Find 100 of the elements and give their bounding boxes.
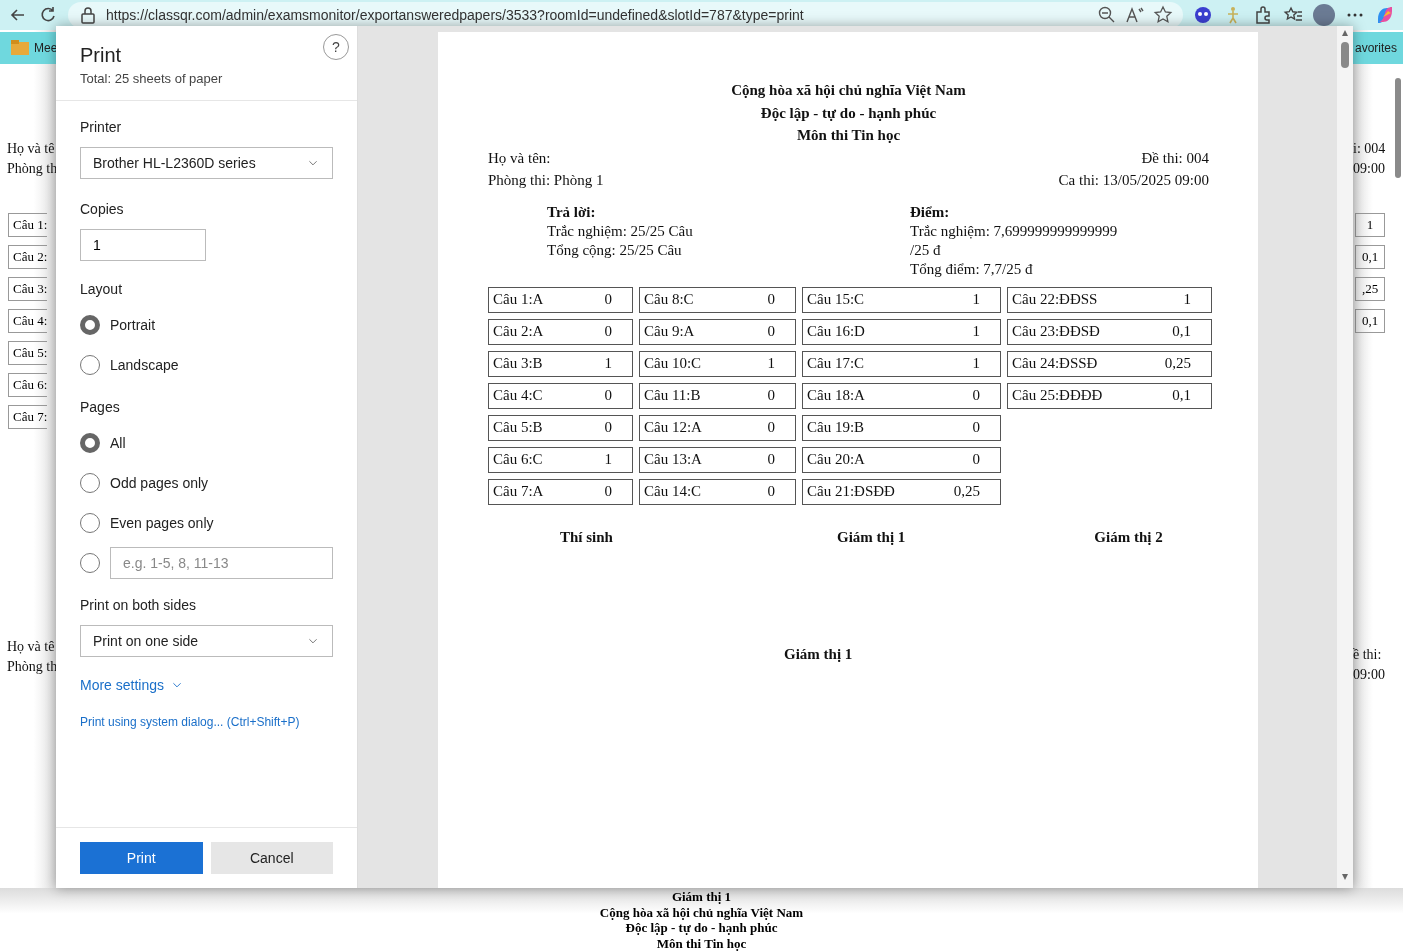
question-text: Câu 19:B: [807, 419, 865, 436]
summary-text: Tổng điểm: 7,7/25 đ: [910, 259, 1034, 279]
scrollbar[interactable]: [1337, 26, 1353, 888]
answer-cell: Câu 7:: [8, 405, 48, 429]
option-label: All: [110, 435, 126, 451]
question-text: Câu 5:B: [493, 419, 543, 436]
answer-cell: Câu 5:: [8, 341, 48, 365]
option-label: Odd pages only: [110, 475, 209, 491]
option-label: Even pages only: [110, 515, 214, 531]
question-text: Câu 20:A: [807, 451, 865, 468]
read-aloud-icon[interactable]: [1125, 5, 1145, 25]
copilot-icon[interactable]: [1375, 5, 1395, 25]
question-text: Câu 8:C: [644, 291, 694, 308]
radio-button[interactable]: [80, 315, 100, 335]
page-heading: Cộng hòa xã hội chủ nghĩa Việt Nam: [730, 81, 967, 100]
page-scrollbar[interactable]: [1395, 78, 1401, 178]
signature-label: Giám thị 1: [784, 645, 854, 663]
question-text: Câu 2:A: [493, 323, 544, 340]
page-text: 09:00: [1353, 666, 1386, 684]
points-text: 0: [604, 387, 612, 404]
info-text: Họ và tên:: [488, 148, 551, 168]
points-text: 0: [767, 419, 775, 436]
field-label: Print on both sides: [80, 597, 197, 613]
question-text: Câu 15:C: [807, 291, 865, 308]
points-cell: 1: [1355, 213, 1385, 237]
points-text: 0: [972, 419, 980, 436]
favorite-link[interactable]: Mee: [34, 41, 56, 55]
page-range-field[interactable]: e.g. 1-5, 8, 11-13: [110, 547, 333, 579]
radio-button[interactable]: [80, 553, 100, 573]
info-text: Đề thi: 004: [1141, 148, 1209, 168]
favorite-link[interactable]: avorites: [1353, 32, 1403, 64]
points-text: 0,1: [1172, 387, 1191, 404]
chevron-down-icon: [306, 636, 320, 646]
answer-cell: Câu 4:: [8, 309, 48, 333]
answer-cell: Câu 2:: [8, 245, 48, 269]
points-text: 0: [767, 483, 775, 500]
extensions-icon[interactable]: [1253, 5, 1273, 25]
option-label: Portrait: [110, 317, 156, 333]
field-label: Printer: [80, 119, 123, 135]
page-heading: Độc lập - tự do - hạnh phúc: [625, 920, 778, 936]
cancel-button[interactable]: Cancel: [210, 842, 333, 874]
summary-title: Điểm:: [910, 202, 951, 222]
print-button[interactable]: Print: [80, 842, 203, 874]
question-text: Câu 23:ĐĐSĐ: [1012, 323, 1100, 340]
question-text: Câu 24:ĐSSĐ: [1012, 355, 1098, 372]
summary-title: Trả lời:: [547, 202, 597, 222]
printer-dropdown[interactable]: Brother HL-L2360D series: [80, 147, 333, 179]
points-text: 0: [604, 483, 612, 500]
question-text: Câu 1:A: [493, 291, 544, 308]
answer-cell: Câu 1:: [8, 213, 48, 237]
more-settings-link[interactable]: More settings: [80, 677, 185, 693]
answer-cell: Câu 6:: [8, 373, 48, 397]
radio-button[interactable]: [80, 473, 100, 493]
points-text: 0: [604, 291, 612, 308]
question-text: Câu 14:C: [644, 483, 702, 500]
zoom-out-icon[interactable]: [1097, 5, 1117, 25]
points-text: 0: [972, 387, 980, 404]
points-text: 0: [767, 451, 775, 468]
points-text: 0,1: [1172, 323, 1191, 340]
scroll-down-icon[interactable]: [1341, 874, 1349, 880]
points-text: 1: [604, 451, 612, 468]
summary-text: /25 đ: [910, 240, 942, 260]
system-dialog-link[interactable]: Print using system dialog... (Ctrl+Shift+P): [80, 715, 300, 729]
scroll-thumb[interactable]: [1341, 42, 1349, 68]
points-cell: ,25: [1355, 277, 1385, 301]
field-label: Pages: [80, 399, 121, 415]
radio-button[interactable]: [80, 355, 100, 375]
page-text: Họ và tê: [6, 638, 56, 656]
page-text: 09:00: [1353, 160, 1386, 178]
help-button[interactable]: ?: [323, 34, 349, 60]
page-heading: Độc lập - tự do - hạnh phúc: [759, 103, 938, 123]
sides-dropdown[interactable]: Print on one side: [80, 625, 333, 657]
points-text: 0: [767, 323, 775, 340]
points-cell: 0,1: [1355, 309, 1385, 333]
sheet-count: Total: 25 sheets of paper: [80, 71, 224, 86]
points-text: 1: [767, 355, 775, 372]
points-text: 0: [767, 387, 775, 404]
address-bar[interactable]: https://classqr.com/admin/examsmonitor/exportansweredpapers/3533?roomId=undefined&slotId=787&type=print: [68, 2, 1183, 28]
lock-icon[interactable]: [78, 5, 98, 25]
question-text: Câu 13:A: [644, 451, 702, 468]
copies-field[interactable]: 1: [80, 229, 206, 261]
question-text: Câu 4:C: [493, 387, 543, 404]
extension-face-icon[interactable]: [1193, 5, 1213, 25]
radio-button[interactable]: [80, 513, 100, 533]
info-text: Phòng thi: Phòng 1: [488, 170, 604, 190]
page-text: Họ và tê: [6, 140, 56, 158]
points-text: 0,25: [953, 483, 980, 500]
star-icon[interactable]: [1153, 5, 1173, 25]
question-text: Câu 9:A: [644, 323, 695, 340]
question-text: Câu 7:A: [493, 483, 544, 500]
question-text: Câu 17:C: [807, 355, 865, 372]
signature-label: Giám thị 2: [1094, 528, 1163, 546]
page-heading: Môn thi Tin học: [795, 126, 902, 145]
radio-button[interactable]: [80, 433, 100, 453]
profile-avatar[interactable]: [1313, 4, 1335, 26]
points-text: 1: [604, 355, 612, 372]
page-heading: Cộng hòa xã hội chủ nghĩa Việt Nam: [599, 904, 804, 920]
points-text: 1: [1183, 291, 1191, 308]
question-text: Câu 16:D: [807, 323, 865, 340]
points-cell: 0,1: [1355, 245, 1385, 269]
